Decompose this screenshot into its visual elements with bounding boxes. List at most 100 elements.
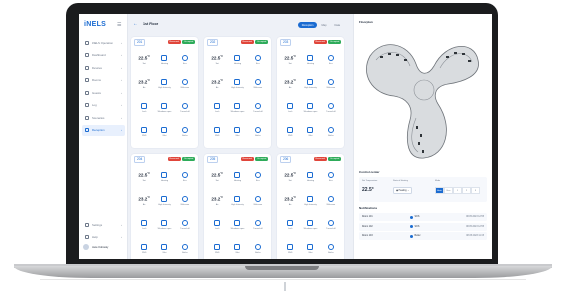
mode-option[interactable]: 1: [453, 187, 462, 194]
room-status-cell[interactable]: High Intensity: [154, 73, 174, 95]
tab-data[interactable]: Data: [331, 22, 344, 28]
room-status-cell[interactable]: Mini: [300, 238, 320, 259]
room-status-cell[interactable]: High Intensity: [300, 190, 320, 212]
room-status-cell[interactable]: Turned off: [248, 214, 268, 236]
tab-reception[interactable]: Reception: [297, 22, 318, 28]
room-status-cell[interactable]: Windows open: [227, 97, 247, 119]
room-status-cell[interactable]: Heating: [227, 49, 247, 71]
room-status-cell[interactable]: High Intensity: [227, 73, 247, 95]
sidebar-item-settings[interactable]: Settings ›: [82, 219, 125, 230]
hamburger-icon[interactable]: ☰: [117, 22, 121, 28]
room-status-cell[interactable]: 22.5°C Set: [280, 166, 300, 188]
room-status-cell[interactable]: Mini: [154, 238, 174, 259]
room-status-cell[interactable]: Windows open: [300, 214, 320, 236]
room-status-cell[interactable]: Eco: [175, 49, 195, 71]
room-status-cell[interactable]: Welcome: [321, 190, 341, 212]
room-status-cell[interactable]: Heating: [227, 166, 247, 188]
room-status-cell[interactable]: Welcome: [175, 73, 195, 95]
sidebar-item-scenarios[interactable]: Scenarios ›: [82, 112, 125, 123]
room-status-cell[interactable]: Eco: [248, 49, 268, 71]
room-status-cell[interactable]: Turned off: [321, 97, 341, 119]
mode-option[interactable]: Eco: [444, 187, 453, 194]
room-status-cell[interactable]: DND: [207, 238, 227, 259]
room-status-cell[interactable]: DND: [134, 238, 154, 259]
sidebar-item-inels-operation[interactable]: iNELS Operation ›: [82, 37, 125, 48]
room-card[interactable]: 206 Reserved Occupied 22.5°C Set Heating Eco 23…: [277, 154, 344, 259]
sidebar-item-devices[interactable]: Devices ›: [82, 62, 125, 73]
room-status-cell[interactable]: Heating: [154, 49, 174, 71]
room-status-cell[interactable]: Windows open: [300, 97, 320, 119]
room-status-cell[interactable]: Lock: [207, 214, 227, 236]
sidebar-item-reception[interactable]: Reception ›: [82, 124, 125, 136]
room-status-cell[interactable]: High Intensity: [154, 190, 174, 212]
room-status-cell[interactable]: DND: [207, 121, 227, 143]
room-status-cell[interactable]: Mini: [227, 121, 247, 143]
room-status-cell[interactable]: Butler: [175, 238, 195, 259]
sidebar-item-log[interactable]: Log ›: [82, 100, 125, 111]
tab-map[interactable]: Map: [317, 22, 330, 28]
room-status-cell[interactable]: Welcome: [248, 73, 268, 95]
room-status-cell[interactable]: Welcome: [248, 190, 268, 212]
room-status-cell[interactable]: Butler: [321, 121, 341, 143]
notification-row[interactable]: Room 102 SOS 08.05.2023 12:55: [359, 222, 487, 231]
room-status-cell[interactable]: Lock: [134, 97, 154, 119]
heating-state-select[interactable]: ◉ Heating ⌄: [393, 187, 413, 194]
notification-row[interactable]: Room 103 Butler 08.05.2023 11:15: [359, 232, 487, 240]
mode-option[interactable]: 2: [462, 187, 471, 194]
user-profile[interactable]: Jane Kobosky: [83, 244, 108, 250]
room-status-cell[interactable]: 22.5°C Set: [280, 49, 300, 71]
room-status-cell[interactable]: Heating: [300, 166, 320, 188]
room-status-cell[interactable]: 23.2°C Air: [280, 73, 300, 95]
room-status-cell[interactable]: Lock: [134, 214, 154, 236]
room-status-cell[interactable]: Welcome: [321, 73, 341, 95]
room-status-cell[interactable]: Heating: [300, 49, 320, 71]
room-status-cell[interactable]: 23.2°C Air: [134, 73, 154, 95]
room-status-cell[interactable]: Turned off: [175, 214, 195, 236]
room-status-cell[interactable]: Lock: [280, 214, 300, 236]
room-status-cell[interactable]: Eco: [175, 166, 195, 188]
room-status-cell[interactable]: High Intensity: [300, 73, 320, 95]
room-status-cell[interactable]: Welcome: [175, 190, 195, 212]
room-status-cell[interactable]: 22.5°C Set: [134, 49, 154, 71]
room-status-cell[interactable]: 22.5°C Set: [134, 166, 154, 188]
room-status-cell[interactable]: High Intensity: [227, 190, 247, 212]
room-status-cell[interactable]: Butler: [175, 121, 195, 143]
room-status-cell[interactable]: 23.2°C Air: [280, 190, 300, 212]
sidebar-item-dashboard[interactable]: Dashboard ›: [82, 50, 125, 61]
room-status-cell[interactable]: 22.5°C Set: [207, 49, 227, 71]
room-status-cell[interactable]: 23.2°C Air: [134, 190, 154, 212]
room-status-cell[interactable]: Eco: [248, 166, 268, 188]
room-status-cell[interactable]: Mini: [227, 238, 247, 259]
room-status-cell[interactable]: Eco: [321, 166, 341, 188]
sidebar-item-rooms[interactable]: Rooms ›: [82, 75, 125, 86]
room-status-cell[interactable]: DND: [134, 121, 154, 143]
room-status-cell[interactable]: Butler: [321, 238, 341, 259]
room-card[interactable]: 201 Reserved Occupied 22.5°C Set Heating Eco 23…: [131, 37, 198, 148]
app-logo[interactable]: iNELS: [84, 21, 106, 28]
notification-row[interactable]: Room 101 SOS 08.05.2023 12:55: [359, 213, 487, 221]
room-status-cell[interactable]: Turned off: [175, 97, 195, 119]
mode-option[interactable]: 3: [471, 187, 480, 194]
room-status-cell[interactable]: Eco: [321, 49, 341, 71]
sidebar-item-help[interactable]: Help ›: [82, 232, 125, 243]
room-status-cell[interactable]: Windows open: [154, 214, 174, 236]
room-status-cell[interactable]: Turned off: [248, 97, 268, 119]
room-status-cell[interactable]: 23.2°C Air: [207, 73, 227, 95]
room-status-cell[interactable]: Butler: [248, 238, 268, 259]
room-status-cell[interactable]: Turned off: [321, 214, 341, 236]
arrow-left-icon[interactable]: ←: [133, 21, 138, 27]
room-status-cell[interactable]: Heating: [154, 166, 174, 188]
room-card[interactable]: 205 Reserved Occupied 22.5°C Set Heating Eco 23…: [204, 154, 271, 259]
room-status-cell[interactable]: Windows open: [154, 97, 174, 119]
room-card[interactable]: 203 Reserved Occupied 22.5°C Set Heating Eco 23…: [277, 37, 344, 148]
sidebar-item-guests[interactable]: Guests ›: [82, 87, 125, 98]
room-status-cell[interactable]: Lock: [280, 97, 300, 119]
room-status-cell[interactable]: Lock: [207, 97, 227, 119]
room-card[interactable]: 204 Reserved Occupied 22.5°C Set Heating Eco 23…: [131, 154, 198, 259]
floorplan-map[interactable]: [362, 34, 484, 162]
room-status-cell[interactable]: 23.2°C Air: [207, 190, 227, 212]
mode-option[interactable]: Auto: [435, 187, 444, 194]
room-card[interactable]: 202 Reserved Occupied 22.5°C Set Heating Eco 23…: [204, 37, 271, 148]
room-status-cell[interactable]: Windows open: [227, 214, 247, 236]
room-status-cell[interactable]: DND: [280, 238, 300, 259]
